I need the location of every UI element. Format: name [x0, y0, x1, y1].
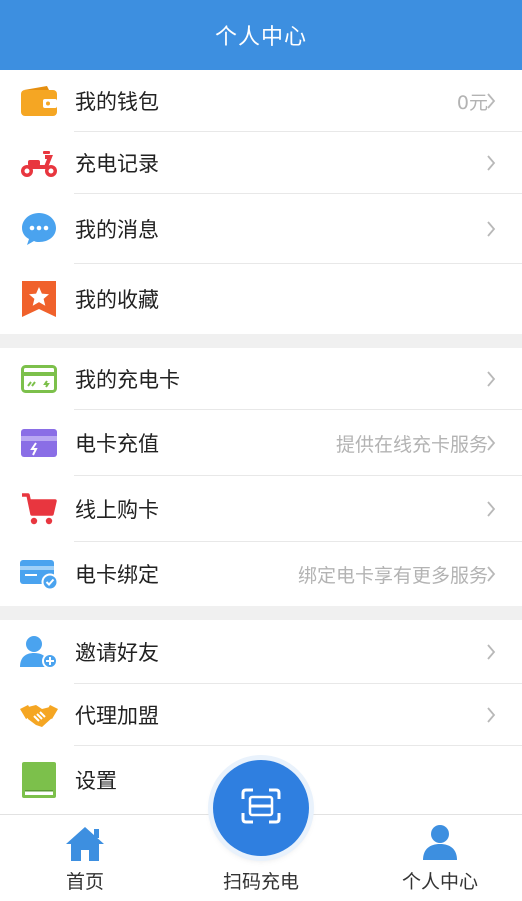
wallet-balance: 0元 — [456, 91, 488, 114]
menu-item-label: 邀请好友 — [75, 641, 159, 665]
menu-item-label: 设置 — [75, 769, 117, 793]
menu-item-hint: 提供在线充卡服务 — [335, 433, 488, 456]
menu-item-label: 线上购卡 — [75, 498, 159, 522]
tab-profile-label: 个人中心 — [401, 871, 478, 893]
scan-charge-button[interactable] — [213, 760, 309, 856]
settings-book-icon — [20, 761, 58, 799]
menu-item-hint: 绑定电卡享有更多服务 — [297, 564, 488, 587]
chevron-right-icon — [486, 707, 500, 723]
menu-item-messages[interactable]: 我的消息 — [0, 194, 522, 264]
invite-friend-icon — [20, 633, 58, 671]
chevron-right-icon — [486, 501, 500, 517]
shopping-cart-icon — [20, 490, 58, 528]
chevron-right-icon — [486, 371, 500, 387]
chevron-right-icon — [486, 644, 500, 660]
menu-item-label: 电卡充值 — [75, 432, 159, 456]
menu-item-label: 我的消息 — [75, 218, 159, 242]
menu-item-label: 我的充电卡 — [75, 368, 180, 392]
menu-item-label: 我的钱包 — [75, 90, 159, 114]
menu-item-label: 电卡绑定 — [75, 563, 159, 587]
tab-profile[interactable]: 个人中心 — [390, 815, 490, 901]
menu-item-charge-records[interactable]: 充电记录 — [0, 132, 522, 194]
menu-item-bind-card[interactable]: 电卡绑定 绑定电卡享有更多服务 — [0, 542, 522, 606]
menu-content: 我的钱包 0元 充电记录 我的消息 我的收藏 我的充电卡 电卡充值 提供在线充卡… — [0, 70, 522, 814]
chevron-right-icon — [486, 435, 500, 451]
section-gap — [0, 606, 522, 620]
card-bind-icon — [20, 555, 58, 593]
charge-card-icon — [20, 360, 58, 398]
menu-item-my-charge-card[interactable]: 我的充电卡 — [0, 348, 522, 410]
page-header: 个人中心 — [0, 0, 522, 70]
chevron-right-icon — [486, 566, 500, 582]
profile-icon — [421, 823, 459, 865]
star-bookmark-icon — [20, 280, 58, 318]
home-icon — [64, 825, 106, 867]
menu-item-wallet[interactable]: 我的钱包 0元 — [0, 70, 522, 132]
tab-home[interactable]: 首页 — [45, 815, 125, 901]
menu-item-invite-friends[interactable]: 邀请好友 — [0, 620, 522, 684]
menu-item-agent-franchise[interactable]: 代理加盟 — [0, 684, 522, 746]
menu-item-label: 代理加盟 — [75, 704, 159, 728]
menu-item-label: 我的收藏 — [75, 288, 159, 312]
handshake-icon — [20, 696, 58, 734]
menu-group-account: 我的钱包 0元 充电记录 我的消息 我的收藏 — [0, 70, 522, 334]
scooter-icon — [20, 144, 58, 182]
menu-item-buy-card-online[interactable]: 线上购卡 — [0, 476, 522, 542]
chevron-right-icon — [486, 93, 500, 109]
menu-group-cards: 我的充电卡 电卡充值 提供在线充卡服务 线上购卡 电卡绑定 绑定电卡享有更多服务 — [0, 348, 522, 606]
chevron-right-icon — [486, 221, 500, 237]
wallet-icon — [20, 82, 58, 120]
card-recharge-icon — [20, 424, 58, 462]
menu-item-favorites[interactable]: 我的收藏 — [0, 264, 522, 334]
tab-home-label: 首页 — [65, 871, 104, 893]
chevron-right-icon — [486, 155, 500, 171]
message-icon — [20, 210, 58, 248]
tab-scan-label: 扫码充电 — [222, 871, 299, 893]
section-gap — [0, 334, 522, 348]
scan-icon — [241, 788, 281, 828]
menu-item-label: 充电记录 — [75, 152, 159, 176]
page-title: 个人中心 — [214, 25, 307, 50]
menu-item-card-recharge[interactable]: 电卡充值 提供在线充卡服务 — [0, 410, 522, 476]
